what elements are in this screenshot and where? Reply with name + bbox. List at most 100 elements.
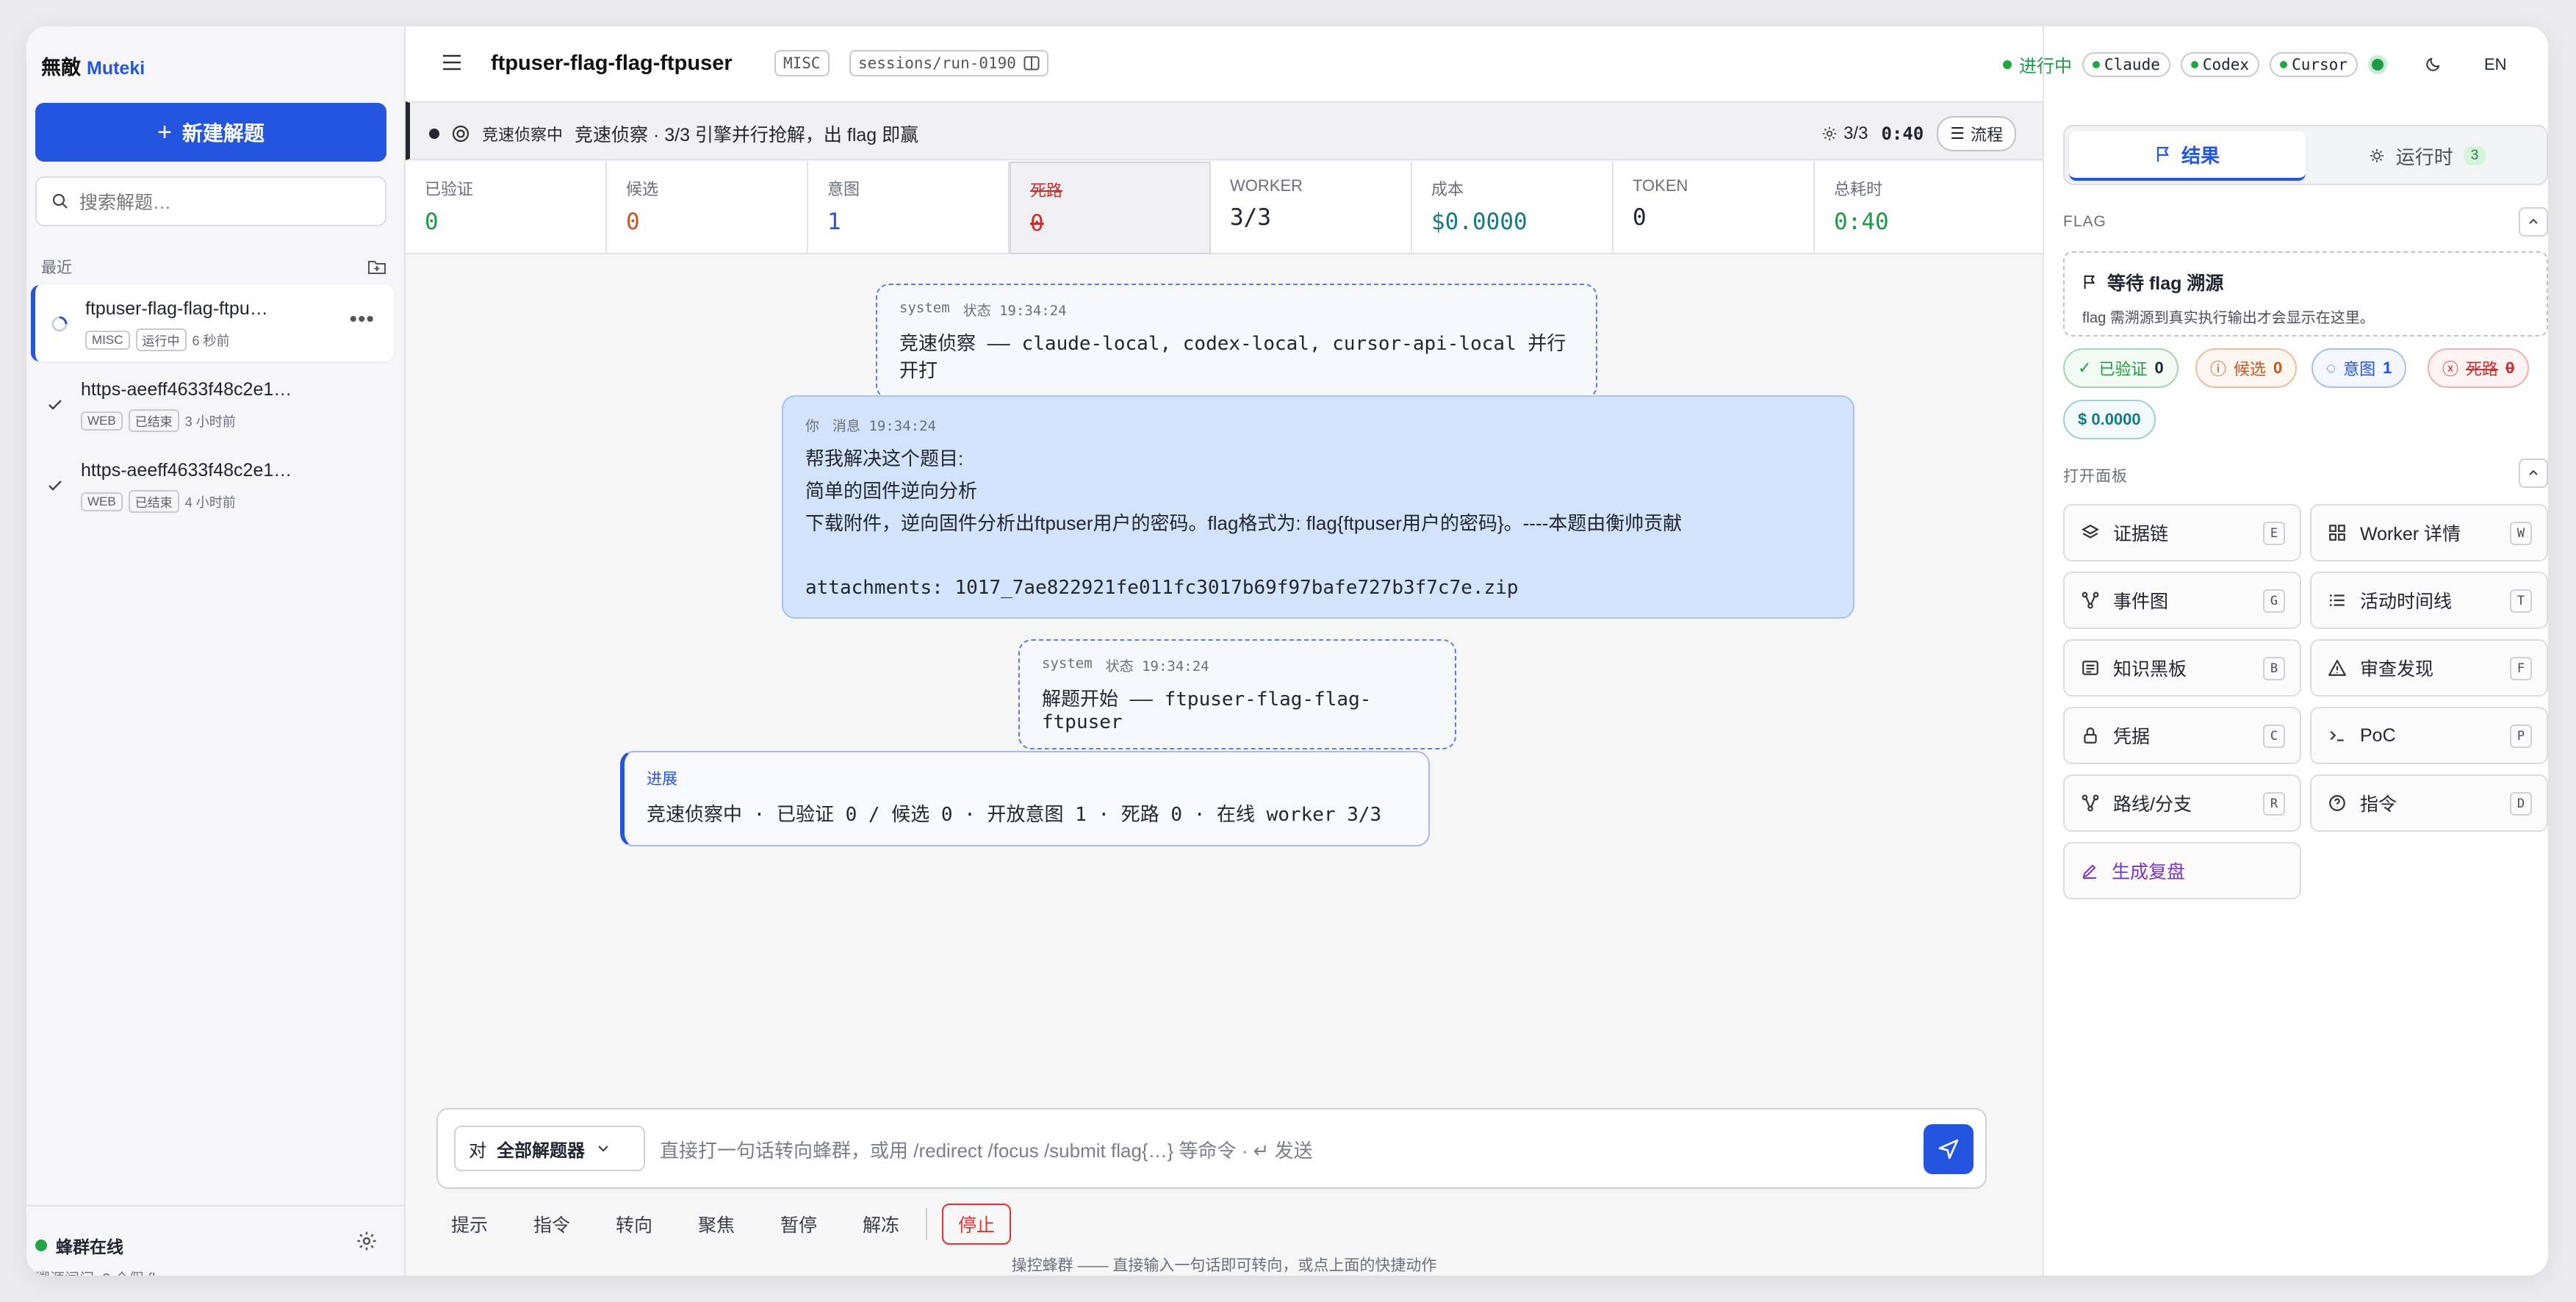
search-input[interactable]: 搜索解题… bbox=[35, 176, 386, 226]
flag-box: 等待 flag 溯源 flag 需溯源到真实执行输出才会显示在这里。 bbox=[2063, 251, 2548, 337]
session-item[interactable]: ftpuser-flag-flag-ftpu… MISC 运行中 6 秒前 ••… bbox=[31, 285, 394, 362]
status-dot bbox=[2003, 60, 2012, 69]
panel-poc[interactable]: PoC P bbox=[2310, 707, 2548, 764]
panel-worker-details[interactable]: Worker 详情 W bbox=[2310, 504, 2548, 561]
flag-section-label: FLAG bbox=[2063, 213, 2107, 230]
category-tag: MISC bbox=[85, 330, 130, 350]
system-message: system 状态 19:34:24 解题开始 —— ftpuser-flag-f… bbox=[1018, 639, 1456, 749]
gear-icon[interactable] bbox=[356, 1230, 378, 1252]
msg-kind: 消息 bbox=[832, 418, 861, 434]
session-title: ftpuser-flag-flag-ftpu… bbox=[85, 298, 268, 319]
new-solve-button[interactable]: + 新建解题 bbox=[35, 103, 386, 162]
check-icon: ✓ bbox=[2078, 359, 2092, 377]
category-tag: WEB bbox=[81, 492, 123, 511]
board-icon bbox=[2082, 661, 2098, 675]
stat-value: 1 bbox=[827, 209, 841, 235]
message-input[interactable]: 直接打一句话转向蜂群，或用 /redirect /focus /submit f… bbox=[660, 1136, 1313, 1163]
status-tag: 已结束 bbox=[128, 409, 179, 432]
grid-icon bbox=[2329, 525, 2345, 541]
tab-runtime[interactable]: 运行时 3 bbox=[2309, 131, 2545, 181]
status-tag: 运行中 bbox=[135, 328, 187, 351]
msg-text: 竞速侦察 —— claude-local, codex-local, curso… bbox=[899, 333, 1566, 382]
recap-label: 生成复盘 bbox=[2112, 862, 2186, 882]
stat-candidate: 候选 0 bbox=[607, 162, 808, 254]
recent-label: 最近 bbox=[41, 259, 72, 276]
stat-intent: 意图 1 bbox=[808, 162, 1010, 254]
stat-label: WORKER bbox=[1230, 176, 1303, 195]
spinner-icon bbox=[50, 314, 69, 334]
panel-label: 活动时间线 bbox=[2360, 591, 2453, 612]
new-folder-icon[interactable] bbox=[367, 259, 386, 275]
panel-review-findings[interactable]: 审查发现 F bbox=[2310, 639, 2548, 697]
panel-evidence-chain[interactable]: 证据链 E bbox=[2063, 504, 2301, 561]
stop-button[interactable]: 停止 bbox=[942, 1204, 1012, 1245]
brand-sub: Muteki bbox=[87, 58, 145, 79]
action-unfreeze[interactable]: 解冻 bbox=[863, 1211, 926, 1237]
action-pause[interactable]: 暂停 bbox=[780, 1211, 863, 1237]
action-redirect[interactable]: 转向 bbox=[616, 1211, 698, 1237]
session-time: 4 小时前 bbox=[184, 494, 236, 510]
user-message: 你消息 19:34:24 帮我解决这个题目: 简单的固件逆向分析 下载附件，逆向… bbox=[782, 395, 1854, 619]
terminal-icon bbox=[2330, 730, 2344, 741]
target-select[interactable]: 对 全部解题器 bbox=[454, 1126, 645, 1171]
agent-chip-claude[interactable]: Claude bbox=[2082, 51, 2170, 77]
run-status-label: 进行中 bbox=[2019, 57, 2072, 76]
send-button[interactable] bbox=[1924, 1124, 1974, 1174]
recent-header: 最近 bbox=[41, 256, 386, 278]
more-options-icon[interactable]: ••• bbox=[349, 307, 375, 332]
generate-recap-button[interactable]: 生成复盘 bbox=[2063, 842, 2301, 899]
language-toggle[interactable]: EN bbox=[2484, 55, 2507, 74]
status-tag: 已结束 bbox=[128, 490, 179, 513]
shortcut-key: C bbox=[2263, 724, 2285, 748]
progress-text: 竞速侦察中 · 已验证 0 / 候选 0 · 开放意图 1 · 死路 0 · 在… bbox=[647, 804, 1382, 826]
flag-title: 等待 flag 溯源 bbox=[2107, 273, 2224, 294]
panel-credentials[interactable]: 凭据 C bbox=[2063, 707, 2301, 764]
shortcut-key: G bbox=[2263, 589, 2285, 613]
chevron-up-icon bbox=[2529, 470, 2538, 475]
stat-label: 已验证 bbox=[425, 180, 474, 198]
session-time: 6 秒前 bbox=[192, 333, 230, 348]
collapse-button[interactable] bbox=[2519, 458, 2548, 488]
worker-count: 3/3 bbox=[1821, 123, 1868, 144]
panel-knowledge-board[interactable]: 知识黑板 B bbox=[2063, 639, 2301, 697]
flow-label: 流程 bbox=[1970, 126, 2003, 144]
panel-label: Worker 详情 bbox=[2360, 524, 2461, 544]
agent-chip-cursor[interactable]: Cursor bbox=[2270, 51, 2358, 77]
agent-name: Cursor bbox=[2292, 55, 2347, 73]
menu-icon[interactable] bbox=[441, 53, 463, 72]
msg-time: 19:34:24 bbox=[999, 303, 1067, 319]
panel-activity-timeline[interactable]: 活动时间线 T bbox=[2310, 572, 2548, 629]
panel-routes-branches[interactable]: 路线/分支 R bbox=[2063, 774, 2301, 832]
panel-toggle-icon bbox=[1023, 56, 1040, 71]
action-command[interactable]: 指令 bbox=[533, 1211, 616, 1237]
tab-result[interactable]: 结果 bbox=[2069, 131, 2306, 181]
pill-label: 死路 bbox=[2466, 360, 2499, 378]
flag-desc: flag 需溯源到真实执行输出才会显示在这里。 bbox=[2082, 310, 2375, 326]
collapse-button[interactable] bbox=[2519, 207, 2548, 237]
sidebar-footer: 蜂群在线 溯源闸门: 0 个假 flag bbox=[26, 1205, 406, 1276]
session-chip[interactable]: sessions/run-0190 bbox=[849, 50, 1048, 76]
action-hint[interactable]: 提示 bbox=[451, 1211, 533, 1237]
pill-count: 1 bbox=[2383, 359, 2392, 377]
category-tag: WEB bbox=[81, 411, 123, 431]
session-item[interactable]: https-aeeff4633f48c2e1… WEB 已结束 3 小时前 bbox=[31, 366, 394, 442]
stat-label: 总耗时 bbox=[1834, 180, 1883, 198]
flow-button[interactable]: ☰ 流程 bbox=[1937, 116, 2016, 151]
agent-dot bbox=[2093, 60, 2100, 68]
warning-icon bbox=[2328, 660, 2346, 676]
brand-name: 無敵 bbox=[41, 57, 81, 79]
tab-runtime-label: 运行时 bbox=[2395, 145, 2453, 168]
panel-directives[interactable]: 指令 D bbox=[2310, 774, 2548, 832]
panel-event-graph[interactable]: 事件图 G bbox=[2063, 572, 2301, 629]
agent-chip-codex[interactable]: Codex bbox=[2180, 51, 2260, 77]
panel-label: 审查发现 bbox=[2360, 659, 2434, 680]
x-circle-icon: ⓧ bbox=[2442, 360, 2459, 378]
question-icon: ⓘ bbox=[2210, 360, 2227, 378]
moon-icon[interactable] bbox=[2424, 56, 2442, 73]
action-focus[interactable]: 聚焦 bbox=[698, 1211, 780, 1237]
msg-attachment: attachments: 1017_7ae822921fe011fc3017b6… bbox=[805, 577, 1519, 599]
list-icon bbox=[2329, 594, 2345, 606]
session-item[interactable]: https-aeeff4633f48c2e1… WEB 已结束 4 小时前 bbox=[31, 447, 394, 523]
stat-deadend: 死路 0 bbox=[1010, 162, 1211, 254]
shortcut-key: E bbox=[2263, 522, 2285, 545]
